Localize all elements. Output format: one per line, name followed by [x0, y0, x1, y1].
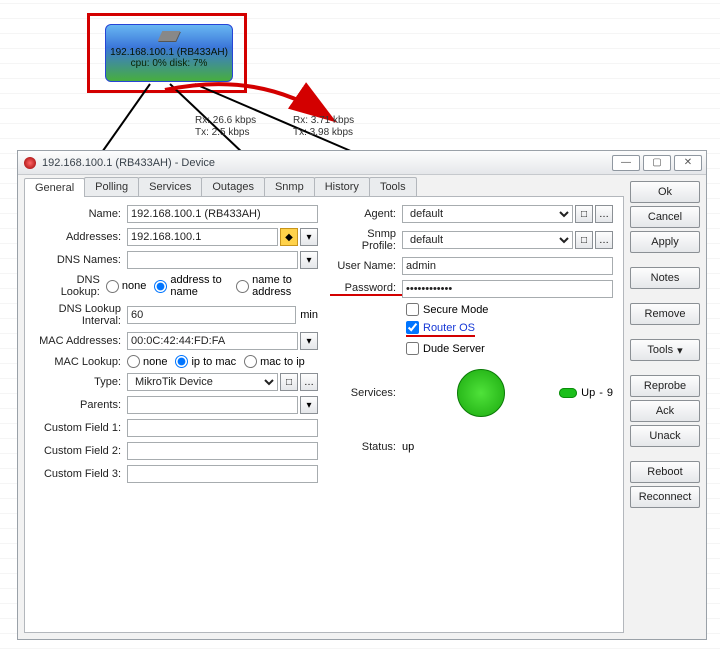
password-label: Password:	[330, 282, 402, 296]
tab-outages[interactable]: Outages	[201, 177, 265, 196]
dialog-title: 192.168.100.1 (RB433AH) - Device	[42, 157, 609, 169]
dnslookup-label: DNS Lookup:	[35, 274, 106, 298]
maclookup-m2i[interactable]: mac to ip	[244, 355, 305, 368]
services-label: Services:	[330, 387, 402, 399]
mac-label: MAC Addresses:	[35, 335, 127, 347]
services-count: 9	[607, 387, 613, 399]
apply-button[interactable]: Apply	[630, 231, 700, 253]
reconnect-button[interactable]: Reconnect	[630, 486, 700, 508]
dnslookup-none[interactable]: none	[106, 280, 146, 293]
addresses-label: Addresses:	[35, 231, 127, 243]
snmp-edit-button[interactable]: □	[575, 231, 593, 249]
dnslookup-a2n[interactable]: address to name	[154, 274, 228, 298]
services-status-icon	[457, 369, 505, 417]
cf1-input[interactable]	[127, 419, 318, 437]
dnsinterval-unit: min	[300, 309, 318, 321]
cf3-input[interactable]	[127, 465, 318, 483]
type-label: Type:	[35, 376, 127, 388]
tab-body: Name: Addresses: ◆ ▾ DNS Names: ▾	[24, 197, 624, 633]
mac-input[interactable]	[127, 332, 298, 350]
cancel-button[interactable]: Cancel	[630, 206, 700, 228]
status-label: Status:	[330, 441, 402, 453]
reboot-button[interactable]: Reboot	[630, 461, 700, 483]
cf1-label: Custom Field 1:	[35, 422, 127, 434]
snmp-label: Snmp Profile:	[330, 228, 402, 252]
tab-polling[interactable]: Polling	[84, 177, 139, 196]
dnsinterval-input[interactable]	[127, 306, 296, 324]
tab-general[interactable]: General	[24, 178, 85, 197]
tab-snmp[interactable]: Snmp	[264, 177, 315, 196]
name-input[interactable]	[127, 205, 318, 223]
type-select[interactable]: MikroTik Device	[127, 373, 278, 391]
unack-button[interactable]: Unack	[630, 425, 700, 447]
maximize-button[interactable]: ▢	[643, 155, 671, 171]
remove-button[interactable]: Remove	[630, 303, 700, 325]
dnsinterval-label: DNS Lookup Interval:	[35, 303, 127, 327]
maclookup-none[interactable]: none	[127, 355, 167, 368]
titlebar[interactable]: 192.168.100.1 (RB433AH) - Device — ▢ ✕	[18, 151, 706, 175]
mac-add-button[interactable]: ▾	[300, 332, 318, 350]
tools-button[interactable]: Tools▾	[630, 339, 700, 361]
parents-input[interactable]	[127, 396, 298, 414]
link2-stats: Rx: 3.71 kbpsTx: 3.98 kbps	[293, 115, 354, 139]
dnsnames-label: DNS Names:	[35, 254, 127, 266]
tabs: General Polling Services Outages Snmp Hi…	[24, 177, 624, 197]
tab-history[interactable]: History	[314, 177, 370, 196]
maclookup-i2m[interactable]: ip to mac	[175, 355, 236, 368]
dude-server-check[interactable]: Dude Server	[406, 342, 485, 355]
services-state: Up	[581, 387, 595, 399]
type-edit-button[interactable]: □	[280, 373, 298, 391]
password-input[interactable]	[402, 280, 613, 298]
routeros-check[interactable]: Router OS	[406, 321, 475, 334]
addresses-add-button[interactable]: ▾	[300, 228, 318, 246]
app-icon	[24, 157, 36, 169]
dnsnames-input[interactable]	[127, 251, 298, 269]
notes-button[interactable]: Notes	[630, 267, 700, 289]
dnsnames-add-button[interactable]: ▾	[300, 251, 318, 269]
user-input[interactable]	[402, 257, 613, 275]
agent-label: Agent:	[330, 208, 402, 220]
status-badge	[559, 388, 577, 398]
snmp-select[interactable]: default	[402, 231, 573, 249]
addresses-lookup-button[interactable]: ◆	[280, 228, 298, 246]
reprobe-button[interactable]: Reprobe	[630, 375, 700, 397]
status-value: up	[402, 441, 414, 453]
addresses-input[interactable]	[127, 228, 278, 246]
type-list-button[interactable]: …	[300, 373, 318, 391]
tab-tools[interactable]: Tools	[369, 177, 417, 196]
snmp-list-button[interactable]: …	[595, 231, 613, 249]
dnslookup-n2a[interactable]: name to address	[236, 274, 310, 298]
services-sep: -	[599, 387, 603, 399]
parents-add-button[interactable]: ▾	[300, 396, 318, 414]
agent-select[interactable]: default	[402, 205, 573, 223]
ok-button[interactable]: Ok	[630, 181, 700, 203]
cf2-label: Custom Field 2:	[35, 445, 127, 457]
name-label: Name:	[35, 208, 127, 220]
parents-label: Parents:	[35, 399, 127, 411]
device-dialog: 192.168.100.1 (RB433AH) - Device — ▢ ✕ G…	[17, 150, 707, 640]
agent-edit-button[interactable]: □	[575, 205, 593, 223]
link1-stats: Rx: 26.6 kbpsTx: 2.5 kbps	[195, 115, 256, 139]
maclookup-label: MAC Lookup:	[35, 356, 127, 368]
tab-services[interactable]: Services	[138, 177, 202, 196]
user-label: User Name:	[330, 260, 402, 272]
cf2-input[interactable]	[127, 442, 318, 460]
agent-list-button[interactable]: …	[595, 205, 613, 223]
secure-mode-check[interactable]: Secure Mode	[406, 303, 488, 316]
close-button[interactable]: ✕	[674, 155, 702, 171]
ack-button[interactable]: Ack	[630, 400, 700, 422]
cf3-label: Custom Field 3:	[35, 468, 127, 480]
side-buttons: Ok Cancel Apply Notes Remove Tools▾ Repr…	[630, 177, 700, 633]
minimize-button[interactable]: —	[612, 155, 640, 171]
tabsheet: General Polling Services Outages Snmp Hi…	[24, 177, 624, 633]
